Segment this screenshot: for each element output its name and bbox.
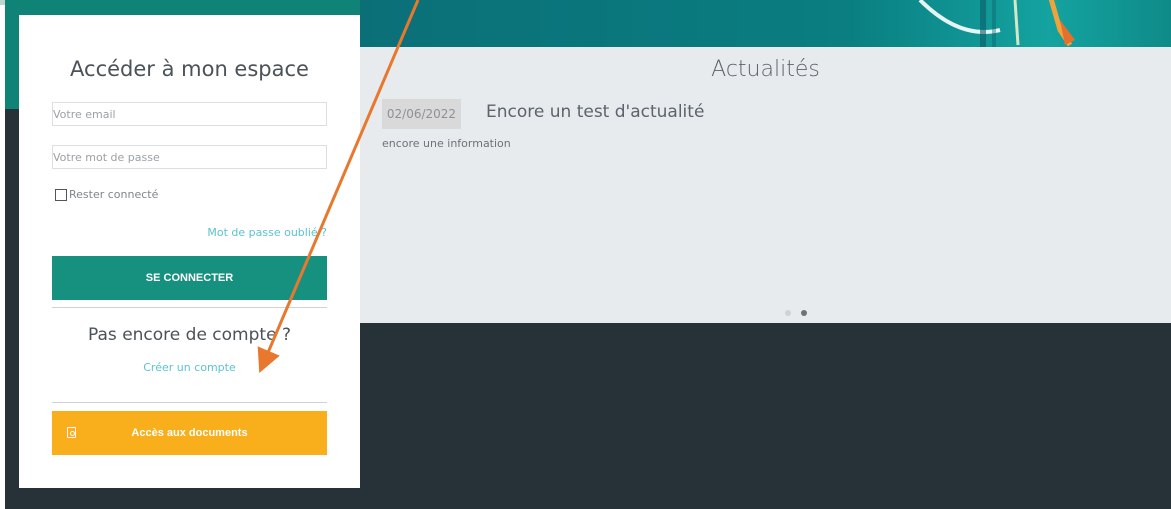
remember-me[interactable]: Rester connecté	[55, 188, 158, 201]
remember-label: Rester connecté	[69, 188, 159, 201]
divider	[52, 307, 327, 308]
documents-button[interactable]: Accès aux documents	[52, 411, 327, 455]
email-field[interactable]	[52, 102, 327, 126]
login-title: Accéder à mon espace	[70, 57, 309, 81]
documents-button-label: Accès aux documents	[131, 427, 248, 439]
password-field[interactable]	[52, 145, 327, 169]
news-date-badge: 02/06/2022	[382, 99, 461, 129]
divider	[52, 402, 327, 403]
carousel-dot-1[interactable]	[785, 310, 791, 316]
news-body: encore une information	[382, 137, 511, 150]
news-title: Actualités	[711, 57, 820, 82]
news-panel: Actualités 02/06/2022 Encore un test d'a…	[360, 47, 1171, 323]
carousel-dots	[780, 303, 812, 321]
remember-checkbox[interactable]	[55, 188, 67, 201]
login-panel: Accéder à mon espace Rester connecté Mot…	[19, 15, 360, 488]
login-button[interactable]: SE CONNECTER	[52, 256, 327, 300]
no-account-title: Pas encore de compte ?	[88, 325, 291, 345]
header-artwork	[360, 0, 1171, 47]
carousel-dot-2[interactable]	[801, 310, 807, 316]
news-headline[interactable]: Encore un test d'actualité	[486, 102, 704, 122]
create-account-link[interactable]: Créer un compte	[19, 361, 360, 374]
forgot-password-link[interactable]: Mot de passe oublié ?	[207, 226, 327, 239]
